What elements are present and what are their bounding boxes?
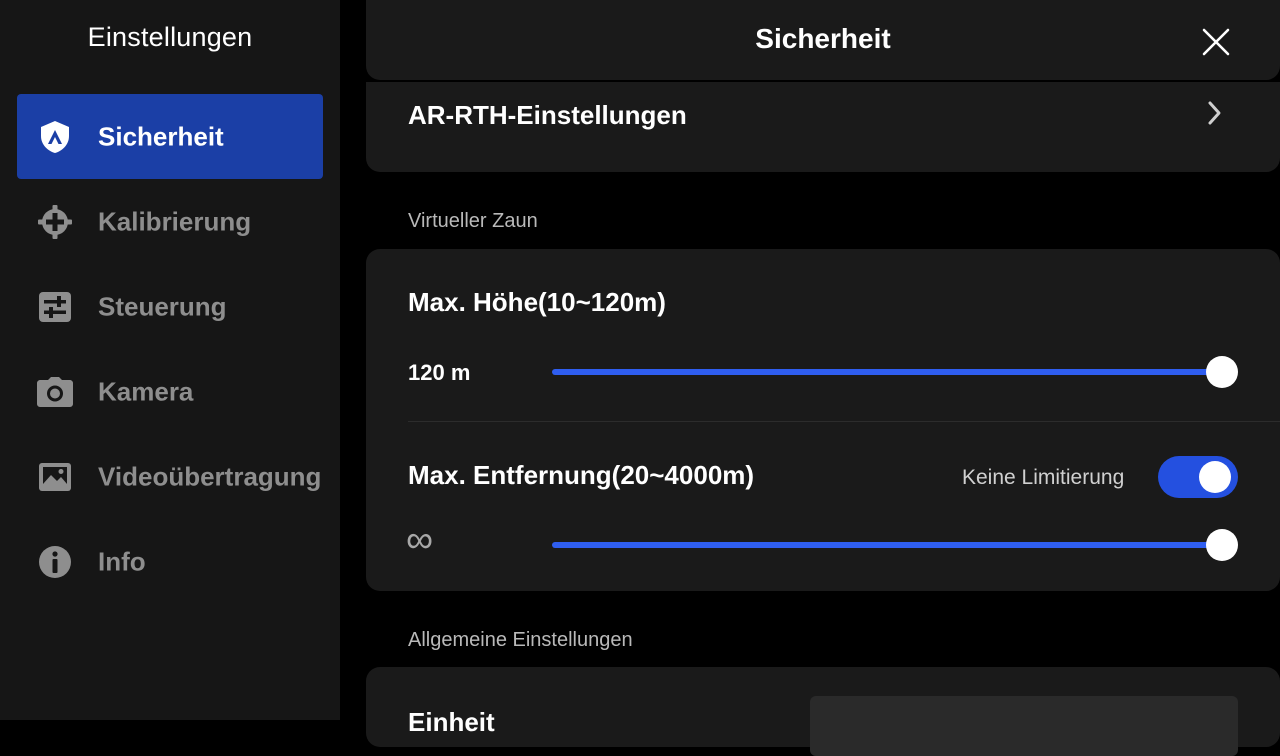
close-button[interactable]	[1198, 24, 1234, 60]
divider	[408, 421, 1280, 422]
crosshair-icon	[37, 204, 73, 240]
shield-icon	[37, 119, 73, 155]
chevron-right-icon	[1202, 100, 1226, 126]
general-settings-card: Einheit	[366, 667, 1280, 756]
page-title: Sicherheit	[755, 23, 891, 54]
max-height-slider[interactable]	[552, 369, 1222, 375]
ar-rth-label: AR-RTH-Einstellungen	[408, 100, 687, 130]
sidebar-item-videouebertragung[interactable]: Videoübertragung	[17, 434, 323, 519]
virtual-fence-card: Max. Höhe(10~120m) 120 m Max. Entfernung…	[366, 249, 1280, 591]
max-height-slider-thumb[interactable]	[1206, 356, 1238, 388]
max-height-title: Max. Höhe(10~120m)	[408, 287, 666, 317]
max-distance-title: Max. Entfernung(20~4000m)	[408, 460, 755, 490]
max-distance-slider-thumb[interactable]	[1206, 529, 1238, 561]
sidebar: Einstellungen Sicherheit Kalibrierung St…	[0, 0, 340, 720]
sidebar-item-label: Steuerung	[98, 291, 227, 321]
max-distance-value: ∞	[406, 519, 434, 561]
image-icon	[37, 459, 73, 495]
section-label-general-settings: Allgemeine Einstellungen	[408, 629, 633, 651]
info-icon	[37, 544, 73, 580]
sidebar-item-sicherheit[interactable]: Sicherheit	[17, 94, 323, 179]
camera-icon	[37, 374, 73, 410]
sidebar-item-label: Videoübertragung	[98, 461, 322, 491]
header: Sicherheit	[366, 0, 1280, 80]
sidebar-title: Einstellungen	[87, 22, 253, 52]
unit-dropdown[interactable]	[810, 696, 1238, 756]
no-limit-label: Keine Limitierung	[962, 466, 1125, 489]
sidebar-item-kamera[interactable]: Kamera	[17, 349, 323, 434]
sidebar-item-steuerung[interactable]: Steuerung	[17, 264, 323, 349]
sliders-icon	[37, 289, 73, 325]
max-height-value: 120 m	[408, 360, 471, 385]
sidebar-item-label: Kalibrierung	[98, 206, 252, 236]
unit-title: Einheit	[408, 707, 495, 737]
section-label-virtual-fence: Virtueller Zaun	[408, 210, 538, 232]
main-panel: Sicherheit AR-RTH-Einstellungen Virtuell…	[340, 0, 1280, 756]
ar-rth-settings-row[interactable]: AR-RTH-Einstellungen	[366, 82, 1280, 172]
sidebar-item-label: Kamera	[98, 376, 194, 406]
sidebar-item-kalibrierung[interactable]: Kalibrierung	[17, 179, 323, 264]
close-icon	[1202, 28, 1230, 56]
max-distance-slider[interactable]	[552, 542, 1222, 548]
sidebar-item-info[interactable]: Info	[17, 519, 323, 604]
sidebar-item-label: Info	[98, 546, 146, 576]
no-limit-toggle[interactable]	[1158, 456, 1238, 498]
toggle-knob	[1199, 461, 1231, 493]
sidebar-item-label: Sicherheit	[98, 121, 224, 151]
